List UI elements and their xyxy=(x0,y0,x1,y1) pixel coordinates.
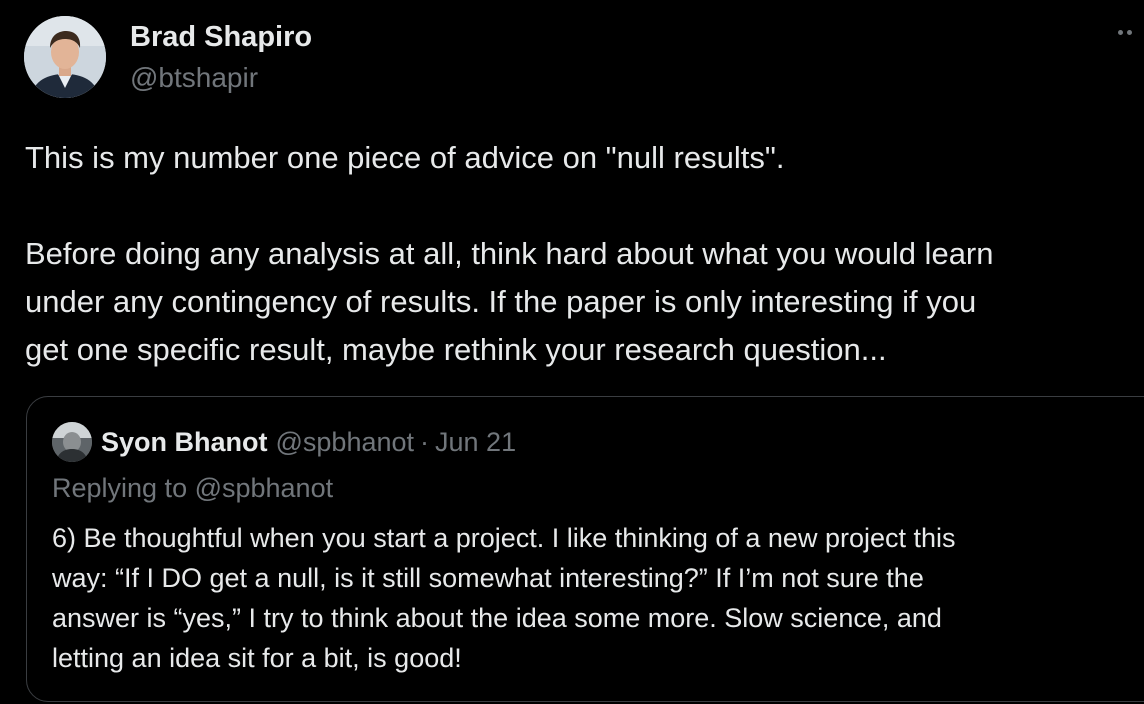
reply-context: Replying to @spbhanot xyxy=(52,473,334,503)
quoted-tweet-header: Syon Bhanot @spbhanot · Jun 21 xyxy=(52,421,516,463)
author-handle[interactable]: @btshapir xyxy=(130,61,312,95)
tweet-text-line: get one specific result, maybe rethink y… xyxy=(25,332,887,367)
tweet-text: This is my number one piece of advice on… xyxy=(25,134,1135,374)
quoted-author-name[interactable]: Syon Bhanot xyxy=(101,427,268,458)
quoted-text-line: letting an idea sit for a bit, is good! xyxy=(52,643,462,673)
author-name[interactable]: Brad Shapiro xyxy=(130,20,312,54)
tweet: Brad Shapiro @btshapir This is my number… xyxy=(0,0,1144,704)
author-info: Brad Shapiro @btshapir xyxy=(130,20,312,95)
quoted-text-line: 6) Be thoughtful when you start a projec… xyxy=(52,523,956,553)
tweet-text-line: This is my number one piece of advice on… xyxy=(25,140,785,175)
quoted-tweet[interactable]: Syon Bhanot @spbhanot · Jun 21 Replying … xyxy=(26,396,1144,702)
quoted-text-line: way: “If I DO get a null, is it still so… xyxy=(52,563,924,593)
quoted-author-avatar[interactable] xyxy=(52,422,92,462)
more-horizontal-icon[interactable] xyxy=(1118,30,1138,38)
quoted-author-handle[interactable]: @spbhanot xyxy=(276,427,415,458)
quoted-tweet-date[interactable]: Jun 21 xyxy=(435,427,516,458)
tweet-text-line: under any contingency of results. If the… xyxy=(25,284,977,319)
quoted-text-line: answer is “yes,” I try to think about th… xyxy=(52,603,942,633)
author-avatar[interactable] xyxy=(24,16,106,98)
separator-dot: · xyxy=(420,426,430,457)
tweet-text-line: Before doing any analysis at all, think … xyxy=(25,236,994,271)
quoted-tweet-text: 6) Be thoughtful when you start a projec… xyxy=(52,518,1132,678)
